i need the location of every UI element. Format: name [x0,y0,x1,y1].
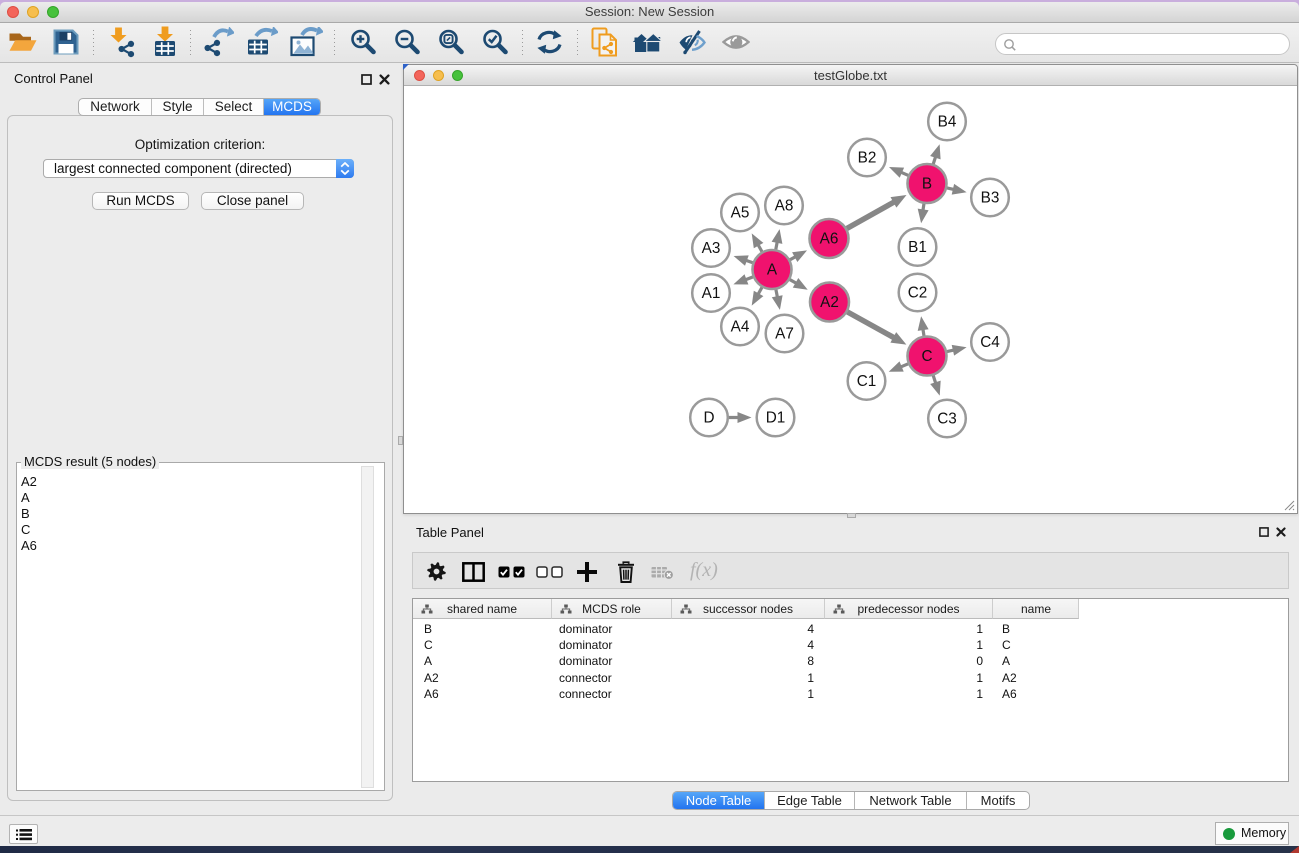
svg-text:B: B [922,175,932,192]
svg-text:A2: A2 [820,294,839,311]
svg-text:A1: A1 [702,285,721,302]
svg-text:A5: A5 [731,204,750,221]
svg-text:A4: A4 [731,318,750,335]
svg-text:C2: C2 [908,284,928,301]
svg-text:B1: B1 [908,239,927,256]
svg-text:C: C [921,348,932,365]
svg-text:C1: C1 [857,373,877,390]
svg-text:A8: A8 [775,197,794,214]
svg-text:C3: C3 [937,410,957,427]
svg-text:A: A [767,261,778,278]
svg-text:A7: A7 [775,325,794,342]
svg-text:B3: B3 [981,189,1000,206]
svg-text:A3: A3 [702,240,721,257]
svg-text:C4: C4 [980,334,1000,351]
svg-text:A6: A6 [820,230,839,247]
svg-text:D1: D1 [766,409,786,426]
svg-text:D: D [703,409,714,426]
svg-text:B2: B2 [858,149,877,166]
svg-text:B4: B4 [938,113,957,130]
